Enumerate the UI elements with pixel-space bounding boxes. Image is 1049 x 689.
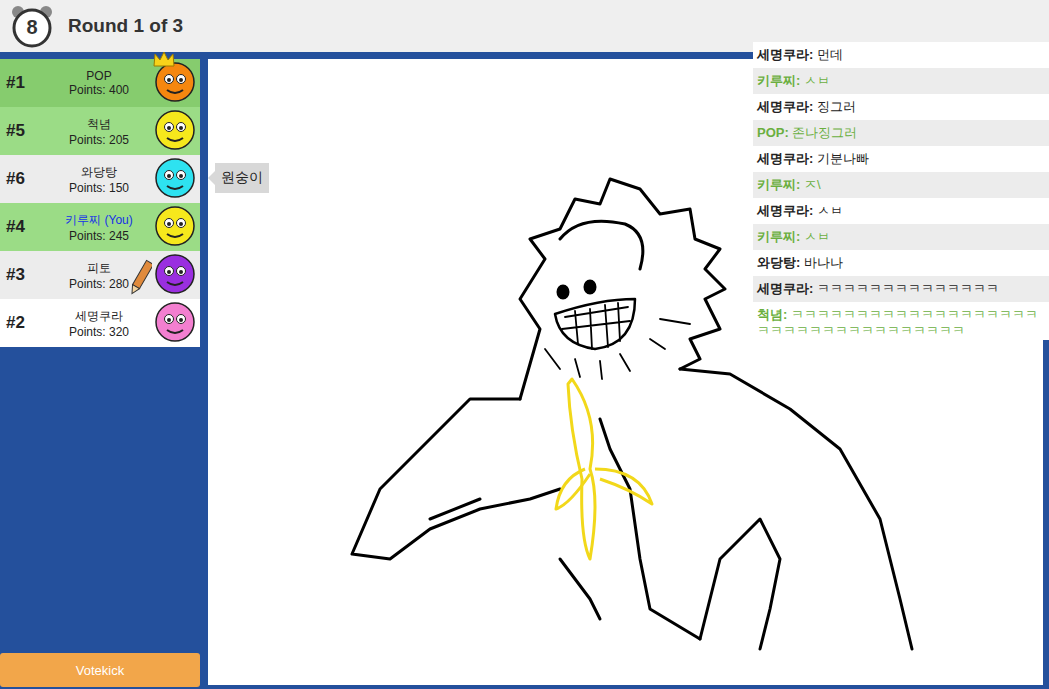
chat-author: 키루찌: (757, 177, 804, 192)
player-points: Points: 245 (69, 229, 129, 243)
player-row[interactable]: #5 척념Points: 205 (0, 107, 200, 155)
player-row[interactable]: #3 피토Points: 280 (0, 251, 200, 299)
chat-author: 세명쿠라: (757, 281, 817, 296)
chat-author: 세명쿠라: (757, 99, 817, 114)
player-name: 키루찌 (You) (65, 212, 133, 229)
chat-text: 먼데 (817, 47, 843, 62)
player-row[interactable]: #4 키루찌 (You)Points: 245 (0, 203, 200, 251)
timer: 8 (10, 4, 54, 48)
player-bubble: 원숭이 (208, 163, 269, 193)
chat-text: 존나징그러 (792, 125, 857, 140)
chat-text: ㅋㅋㅋㅋㅋㅋㅋㅋㅋㅋㅋㅋㅋㅋ (817, 281, 999, 296)
player-name: 와당탕 (81, 164, 117, 181)
votekick-button[interactable]: Votekick (0, 653, 200, 687)
player-list: #1POPPoints: 400#5척념Points: 205#6와당탕Poin… (0, 59, 200, 347)
chat-author: 척념: (757, 307, 791, 322)
chat-message: POP: 존나징그러 (753, 120, 1049, 146)
chat-message: 세명쿠라: 기분나빠 (753, 146, 1049, 172)
player-row[interactable]: #2 세명쿠라Points: 320 (0, 299, 200, 347)
avatar-icon (152, 108, 198, 154)
chat-text: ㅈ\ (804, 177, 821, 192)
chat-message: 세명쿠라: 먼데 (753, 42, 1049, 68)
chat-author: 세명쿠라: (757, 151, 817, 166)
player-name: 피토 (87, 260, 111, 277)
player-rank: #4 (6, 217, 46, 237)
chat-author: POP: (757, 125, 792, 140)
chat-message: 와당탕: 바나나 (753, 250, 1049, 276)
chat-panel: 세명쿠라: 먼데키루찌: ㅅㅂ세명쿠라: 징그러POP: 존나징그러세명쿠라: … (753, 42, 1049, 340)
player-name: POP (86, 69, 111, 83)
chat-text: 징그러 (817, 99, 856, 114)
avatar-icon (152, 252, 198, 298)
chat-author: 와당탕: (757, 255, 804, 270)
avatar-icon (152, 60, 198, 106)
chat-author: 세명쿠라: (757, 203, 817, 218)
player-rank: #3 (6, 265, 46, 285)
chat-text: 바나나 (804, 255, 843, 270)
chat-author: 세명쿠라: (757, 47, 817, 62)
player-points: Points: 150 (69, 181, 129, 195)
avatar-icon (152, 204, 198, 250)
left-column: #1POPPoints: 400#5척념Points: 205#6와당탕Poin… (0, 59, 200, 689)
game-page: 8Round 1 of 3#1POPPoints: 400#5척념Points:… (0, 0, 1049, 689)
round-label: Round 1 of 3 (68, 15, 183, 37)
player-rank: #5 (6, 121, 46, 141)
chat-author: 키루찌: (757, 229, 804, 244)
chat-author: 키루찌: (757, 73, 804, 88)
chat-text: ㅅㅂ (804, 229, 830, 244)
chat-message: 키루찌: ㅅㅂ (753, 68, 1049, 94)
avatar-icon (152, 300, 198, 346)
chat-message: 세명쿠라: 징그러 (753, 94, 1049, 120)
chat-text: ㅅㅂ (804, 73, 830, 88)
player-points: Points: 205 (69, 133, 129, 147)
chat-text: ㅅㅂ (817, 203, 843, 218)
player-row[interactable]: #1 POPPoints: 400 (0, 59, 200, 107)
timer-value: 8 (10, 16, 54, 39)
player-points: Points: 280 (69, 277, 129, 291)
player-points: Points: 400 (69, 83, 129, 97)
player-points: Points: 320 (69, 325, 129, 339)
chat-message: 척념: ㅋㅋㅋㅋㅋㅋㅋㅋㅋㅋㅋㅋㅋㅋㅋㅋㅋㅋㅋㅋㅋㅋㅋㅋㅋㅋㅋㅋㅋㅋㅋㅋㅋㅋㅋ (753, 302, 1049, 340)
player-rank: #1 (6, 73, 46, 93)
chat-message: 세명쿠라: ㅋㅋㅋㅋㅋㅋㅋㅋㅋㅋㅋㅋㅋㅋ (753, 276, 1049, 302)
player-row[interactable]: #6와당탕Points: 150원숭이 (0, 155, 200, 203)
pencil-icon (130, 258, 152, 298)
player-name: 척념 (87, 116, 111, 133)
avatar-icon (152, 156, 198, 202)
chat-message: 키루찌: ㅅㅂ (753, 224, 1049, 250)
chat-text: 기분나빠 (817, 151, 869, 166)
chat-message: 세명쿠라: ㅅㅂ (753, 198, 1049, 224)
player-rank: #6 (6, 169, 46, 189)
player-name: 세명쿠라 (75, 308, 123, 325)
chat-text: ㅋㅋㅋㅋㅋㅋㅋㅋㅋㅋㅋㅋㅋㅋㅋㅋㅋㅋㅋㅋㅋㅋㅋㅋㅋㅋㅋㅋㅋㅋㅋㅋㅋㅋㅋ (757, 307, 1038, 338)
chat-message: 키루찌: ㅈ\ (753, 172, 1049, 198)
player-rank: #2 (6, 313, 46, 333)
crown-icon (152, 50, 176, 68)
